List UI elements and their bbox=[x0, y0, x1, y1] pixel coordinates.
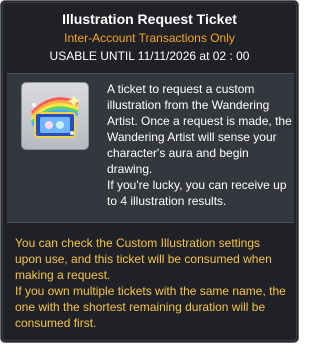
description-line: If you're lucky, you can receive up bbox=[107, 178, 287, 192]
illustration-ticket-icon bbox=[30, 95, 80, 138]
usage-notes: You can check the Custom Illustration se… bbox=[15, 235, 297, 331]
tooltip-header: Illustration Request Ticket Inter-Accoun… bbox=[1, 11, 298, 64]
description-line: to 4 illustration results. bbox=[107, 194, 227, 208]
note-line: making a request. bbox=[15, 268, 111, 282]
note-line: consumed first. bbox=[15, 316, 97, 330]
item-tooltip: Illustration Request Ticket Inter-Accoun… bbox=[0, 0, 299, 343]
description-line: character's aura and begin bbox=[107, 146, 249, 160]
description-line: Wandering Artist will sense your bbox=[107, 130, 277, 144]
description-line: A ticket to request a custom bbox=[107, 82, 255, 96]
description-line: Artist. Once a request is made, the bbox=[107, 114, 292, 128]
note-line: upon use, and this ticket will be consum… bbox=[15, 252, 272, 266]
note-line: If you own multiple tickets with the sam… bbox=[15, 284, 286, 298]
description-line: drawing. bbox=[107, 162, 153, 176]
description-panel: A ticket to request a custom illustratio… bbox=[7, 73, 294, 223]
trade-restriction: Inter-Account Transactions Only bbox=[64, 31, 235, 45]
note-line: You can check the Custom Illustration se… bbox=[15, 236, 261, 250]
expiry-date: USABLE UNTIL 11/11/2026 at 02 : 00 bbox=[49, 49, 250, 63]
note-line: one with the shortest remaining duration… bbox=[15, 300, 266, 314]
item-title: Illustration Request Ticket bbox=[62, 11, 237, 27]
description-line: illustration from the Wandering bbox=[107, 98, 270, 112]
item-description: A ticket to request a custom illustratio… bbox=[107, 81, 292, 209]
item-icon-frame bbox=[21, 82, 89, 150]
